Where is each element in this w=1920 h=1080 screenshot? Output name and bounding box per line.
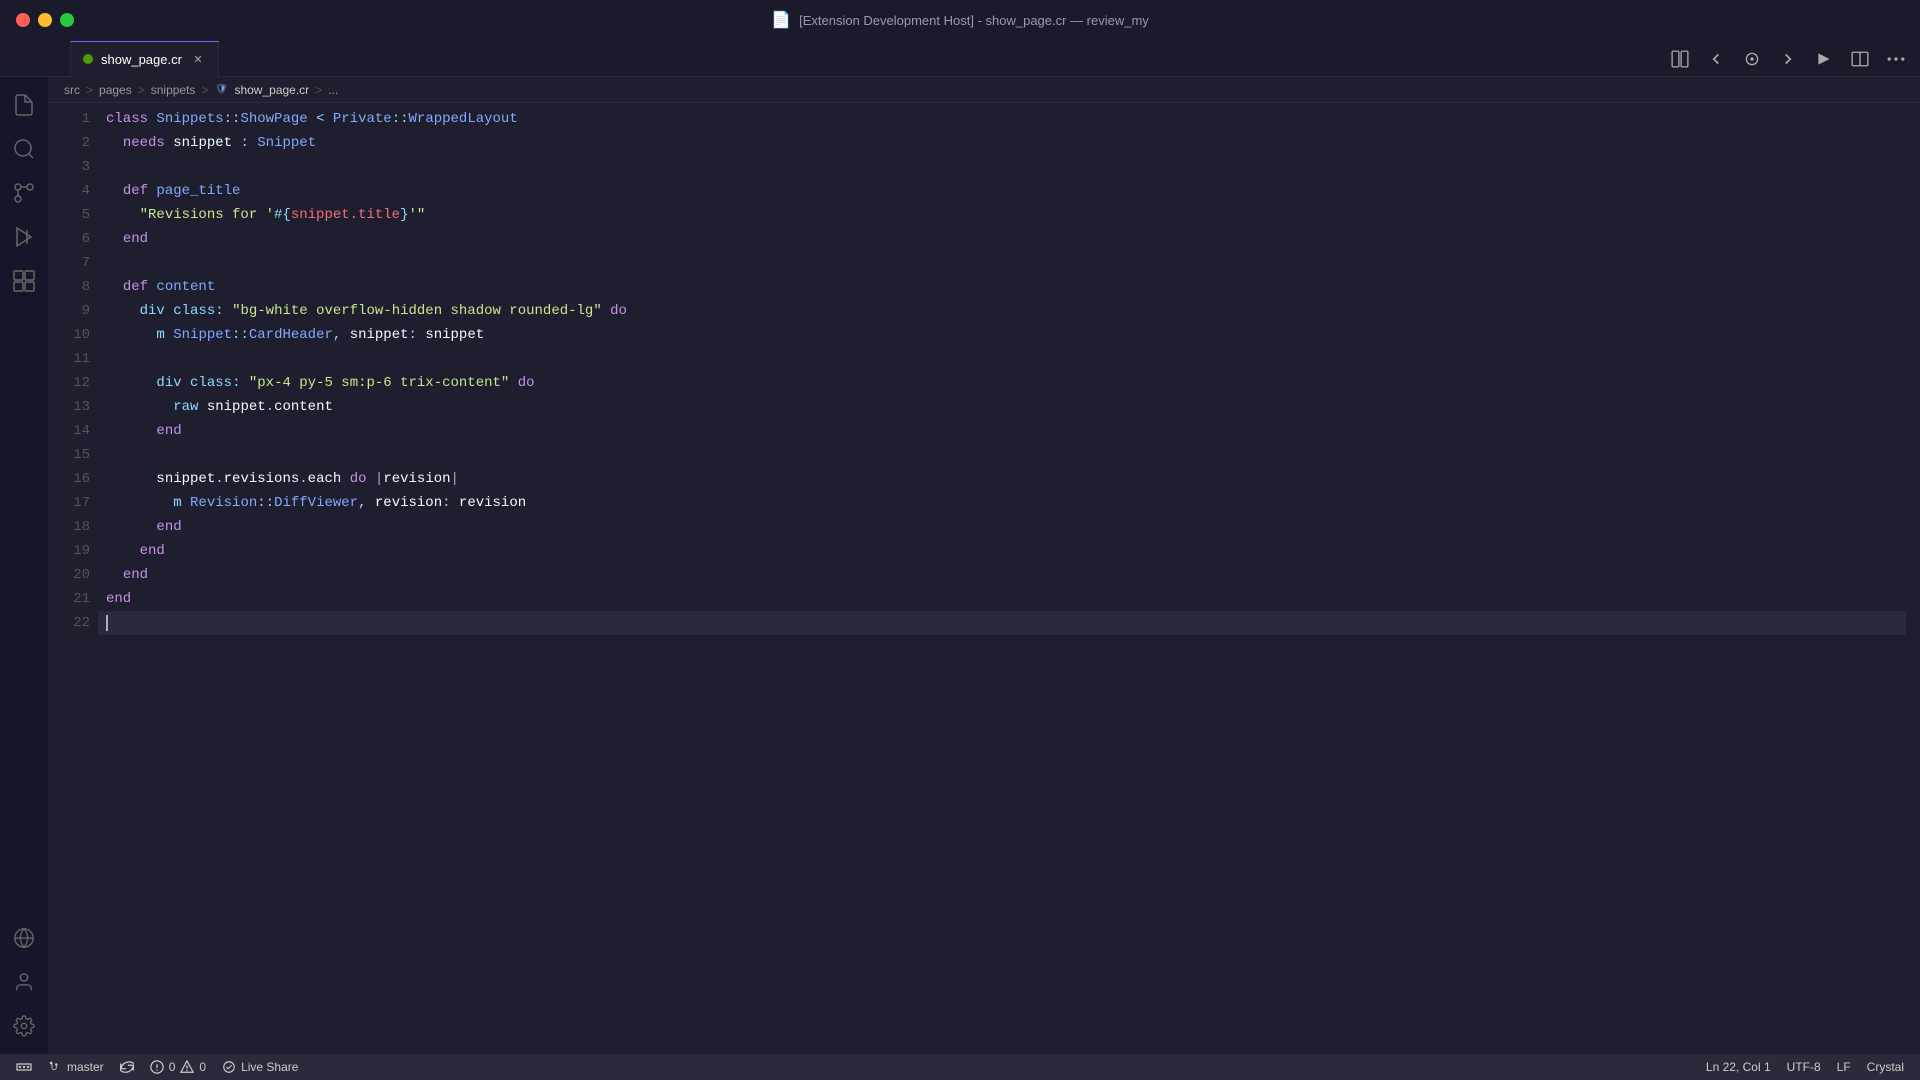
crystal-icon	[83, 54, 93, 64]
status-bar: master 0 0 Live Share Ln 22, Col 1 UTF-8…	[0, 1054, 1920, 1080]
sidebar-item-explorer[interactable]	[4, 85, 44, 125]
breadcrumb: src > pages > snippets > 🛡 show_page.cr …	[48, 77, 1920, 103]
status-errors[interactable]: 0 0	[142, 1060, 214, 1074]
maximize-button[interactable]	[60, 13, 74, 27]
status-liveshare[interactable]: Live Share	[214, 1060, 306, 1074]
sidebar-item-remote[interactable]	[4, 918, 44, 958]
code-line-12: div class: "px-4 py-5 sm:p-6 trix-conten…	[98, 371, 1906, 395]
status-sync[interactable]	[112, 1060, 142, 1074]
code-line-14: end	[98, 419, 1906, 443]
code-line-4: def page_title	[98, 179, 1906, 203]
sidebar-item-settings[interactable]	[4, 1006, 44, 1046]
activity-bar	[0, 77, 48, 1054]
code-line-18: end	[98, 515, 1906, 539]
error-count: 0	[169, 1060, 176, 1074]
liveshare-label: Live Share	[241, 1060, 298, 1074]
remote-icon	[16, 1059, 32, 1075]
git-branch-icon	[48, 1060, 62, 1074]
code-line-8: def content	[98, 275, 1906, 299]
activity-bar-bottom	[4, 918, 44, 1046]
error-icon	[150, 1060, 164, 1074]
tab-bar: show_page.cr ✕	[0, 40, 1920, 77]
status-bar-right: Ln 22, Col 1 UTF-8 LF Crystal	[1698, 1060, 1912, 1074]
status-branch[interactable]: master	[40, 1060, 112, 1074]
code-line-6: end	[98, 227, 1906, 251]
code-line-11	[98, 347, 1906, 371]
status-remote[interactable]	[8, 1059, 40, 1075]
status-position[interactable]: Ln 22, Col 1	[1698, 1060, 1779, 1074]
status-eol[interactable]: LF	[1829, 1060, 1859, 1074]
breadcrumb-pages[interactable]: pages	[99, 83, 132, 97]
code-lines: class Snippets::ShowPage < Private::Wrap…	[98, 103, 1906, 1054]
code-line-21: end	[98, 587, 1906, 611]
minimize-button[interactable]	[38, 13, 52, 27]
split-left-button[interactable]	[1664, 43, 1696, 75]
more-actions-button[interactable]	[1880, 43, 1912, 75]
warning-icon	[180, 1060, 194, 1074]
breadcrumb-file[interactable]: show_page.cr	[234, 83, 309, 97]
breadcrumb-symbol[interactable]: ...	[328, 83, 338, 97]
breadcrumb-snippets[interactable]: snippets	[151, 83, 196, 97]
tab-label: show_page.cr	[101, 52, 182, 67]
split-editor-button[interactable]	[1844, 43, 1876, 75]
code-line-7	[98, 251, 1906, 275]
scrollbar-track[interactable]	[1906, 103, 1920, 1054]
code-line-16: snippet.revisions.each do |revision|	[98, 467, 1906, 491]
go-back-button[interactable]	[1700, 43, 1732, 75]
editor-area: src > pages > snippets > 🛡 show_page.cr …	[48, 77, 1920, 1054]
close-button[interactable]	[16, 13, 30, 27]
code-line-3	[98, 155, 1906, 179]
status-encoding[interactable]: UTF-8	[1779, 1060, 1829, 1074]
liveshare-icon	[222, 1060, 236, 1074]
code-line-20: end	[98, 563, 1906, 587]
sidebar-item-extensions[interactable]	[4, 261, 44, 301]
warning-count: 0	[199, 1060, 206, 1074]
tab-show-page[interactable]: show_page.cr ✕	[70, 41, 219, 76]
code-line-15	[98, 443, 1906, 467]
status-bar-left: master 0 0 Live Share	[8, 1059, 306, 1075]
code-line-13: raw snippet.content	[98, 395, 1906, 419]
sidebar-item-source-control[interactable]	[4, 173, 44, 213]
code-editor[interactable]: 12345 678910 1112131415 1617181920 2122 …	[48, 103, 1920, 1054]
window-controls	[16, 13, 74, 27]
toolbar-right	[1664, 40, 1912, 77]
code-line-2: needs snippet : Snippet	[98, 131, 1906, 155]
main-layout: src > pages > snippets > 🛡 show_page.cr …	[0, 77, 1920, 1054]
branch-name: master	[67, 1060, 104, 1074]
status-language[interactable]: Crystal	[1859, 1060, 1912, 1074]
go-forward-button[interactable]	[1772, 43, 1804, 75]
window-title: [Extension Development Host] - show_page…	[799, 13, 1149, 28]
line-numbers: 12345 678910 1112131415 1617181920 2122	[48, 103, 98, 1054]
code-line-10: m Snippet::CardHeader, snippet: snippet	[98, 323, 1906, 347]
breadcrumb-src[interactable]: src	[64, 83, 80, 97]
title-bar: 📄 [Extension Development Host] - show_pa…	[0, 0, 1920, 40]
code-line-9: div class: "bg-white overflow-hidden sha…	[98, 299, 1906, 323]
code-line-1: class Snippets::ShowPage < Private::Wrap…	[98, 107, 1906, 131]
tab-close-button[interactable]: ✕	[190, 51, 206, 67]
run-debug-button[interactable]	[1808, 43, 1840, 75]
code-line-19: end	[98, 539, 1906, 563]
text-cursor	[106, 615, 108, 631]
code-line-5: "Revisions for '#{snippet.title}'"	[98, 203, 1906, 227]
file-icon: 📄	[771, 10, 791, 30]
sync-icon	[120, 1060, 134, 1074]
code-line-17: m Revision::DiffViewer, revision: revisi…	[98, 491, 1906, 515]
code-line-22	[98, 611, 1906, 635]
sidebar-item-run-debug[interactable]	[4, 217, 44, 257]
sidebar-item-search[interactable]	[4, 129, 44, 169]
sidebar-item-account[interactable]	[4, 962, 44, 1002]
shield-icon: 🛡	[214, 83, 228, 97]
go-marker-button[interactable]	[1736, 43, 1768, 75]
